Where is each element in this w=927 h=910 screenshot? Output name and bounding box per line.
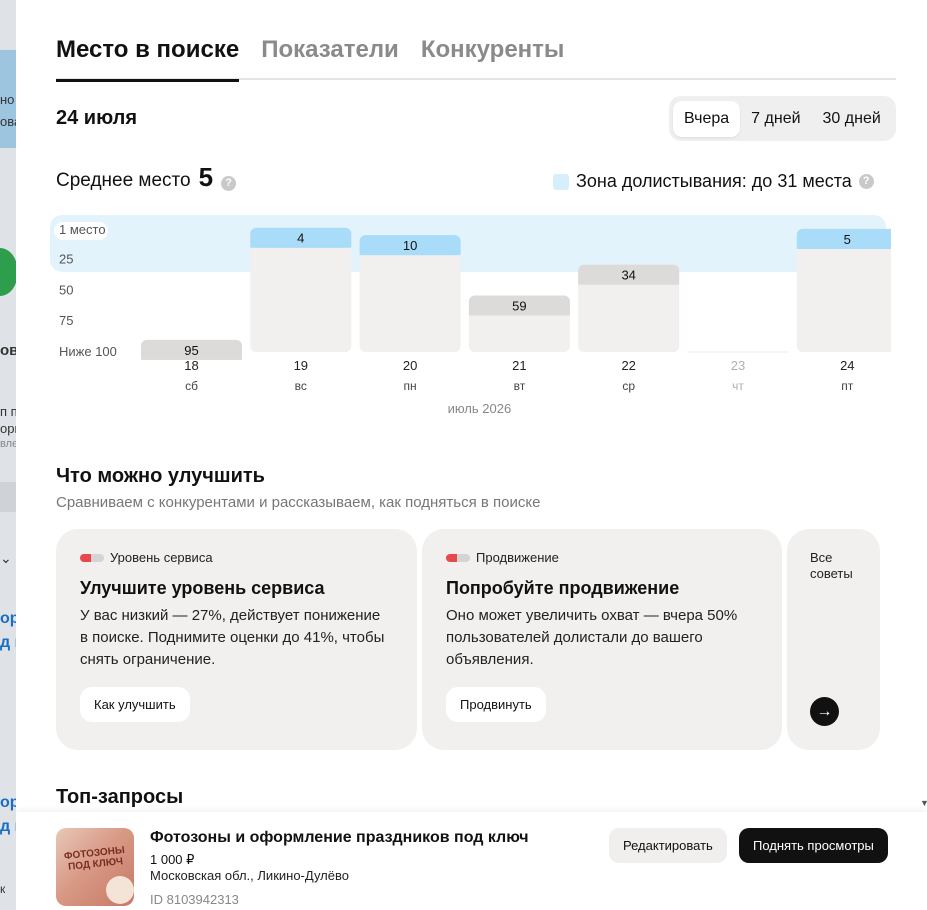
tabs: Место в поиске Показатели Конкуренты [56,36,896,82]
listing-thumbnail[interactable]: ФОТОЗОНЫ ПОД КЛЮЧ [56,828,134,906]
tab-competitors[interactable]: Конкуренты [421,36,565,80]
x-tick-weekday: пт [841,379,853,393]
statistics-modal: Место в поиске Показатели Конкуренты 24 … [16,0,927,910]
y-tick-label: 25 [59,252,73,267]
all-advice-label: Все советы [810,550,853,581]
modal-scroll-area[interactable]: Место в поиске Показатели Конкуренты 24 … [16,0,927,812]
x-tick-day: 20 [403,358,417,373]
y-tick-label: 75 [59,313,73,328]
period-selector: Вчера 7 дней 30 дней [669,96,896,141]
how-to-improve-button[interactable]: Как улучшить [80,687,190,722]
zone-label: Зона долистывания: до 31 места [576,171,852,191]
bar-value-label: 4 [297,231,304,246]
date-title: 24 июля [56,107,138,129]
tab-search-position[interactable]: Место в поиске [56,36,240,82]
arrow-right-icon[interactable]: → [810,697,839,726]
level-indicator [446,553,470,562]
x-tick-day: 22 [621,358,635,373]
advice-title: Попробуйте продвижение [446,578,680,598]
x-tick-weekday: пн [404,379,417,393]
listing-id: ID 8103942313 [150,892,239,907]
edit-button[interactable]: Редактировать [609,828,727,863]
x-axis-label: июль 2026 [448,401,512,416]
thumbnail-decoration [106,876,134,904]
advice-text: Оно может увеличить охват — вчера 50% по… [446,607,738,668]
x-tick-day: 21 [512,358,526,373]
advice-card-service: Уровень сервиса Улучшите уровень сервиса… [56,529,417,750]
average-position-label: Среднее место [56,170,191,191]
tab-metrics[interactable]: Показатели [261,36,399,80]
raise-views-button[interactable]: Поднять просмотры [739,828,888,863]
listing-footer: ФОТОЗОНЫ ПОД КЛЮЧ Фотозоны и оформление … [16,812,927,910]
x-tick-day: 18 [184,358,198,373]
background-text: но [0,92,15,107]
advice-tag-label: Уровень сервиса [110,550,213,565]
x-tick-day: 23 [731,358,745,373]
period-yesterday-button[interactable]: Вчера [673,100,741,137]
advice-tag: Уровень сервиса [80,550,213,565]
period-7-days-button[interactable]: 7 дней [740,101,811,137]
promote-button[interactable]: Продвинуть [446,687,546,722]
scroll-zone-legend: Зона долистывания: до 31 места ? [553,171,874,192]
advice-tag: Продвижение [446,550,559,565]
search-position-chart: 1 место 25 50 75 Ниже 100 9518 сб 4 19 вс 10 20 пн 59… [50,215,891,416]
listing-price: 1 000 ₽ [150,852,195,867]
question-icon[interactable]: ? [221,176,237,191]
scroll-down-arrow-icon[interactable]: ▼ [920,798,927,808]
improve-section-title: Что можно улучшить [56,465,265,487]
x-tick-weekday: чт [732,379,744,393]
question-icon[interactable]: ? [858,174,874,189]
advice-title: Улучшите уровень сервиса [80,578,325,598]
y-tick-label: Ниже 100 [59,344,117,359]
zone-swatch [553,173,569,190]
top-queries-title: Топ-запросы [56,786,184,808]
bar-value-label: 34 [621,268,635,283]
scroll-zone-band [50,215,886,272]
background-text: к [0,882,6,896]
bar-value-label: 59 [512,298,526,313]
chevron-down-icon: ⌄ [0,550,12,566]
average-position-value: 5 [198,162,214,192]
period-30-days-button[interactable]: 30 дней [812,101,892,137]
y-tick-label: 1 место [59,222,106,237]
x-tick-day: 19 [294,358,308,373]
thumbnail-text: ФОТОЗОНЫ ПОД КЛЮЧ [63,844,126,873]
x-tick-weekday: сб [185,379,198,393]
level-indicator [80,553,104,562]
listing-title[interactable]: Фотозоны и оформление праздников под клю… [150,829,529,847]
all-advice-card[interactable]: Все советы → [787,529,880,750]
advice-tag-label: Продвижение [476,550,559,565]
x-tick-weekday: ср [622,379,635,393]
x-tick-weekday: вс [295,379,307,393]
advice-card-promotion: Продвижение Попробуйте продвижение Оно м… [422,529,782,750]
x-tick-weekday: вт [514,379,526,393]
improve-section-subtitle: Сравниваем с конкурентами и рассказываем… [56,494,541,511]
bar-value-label: 10 [403,238,417,253]
bar-value-label: 95 [184,343,198,358]
advice-text: У вас низкий — 27%, действует понижение … [80,607,385,668]
x-tick-day: 24 [840,358,854,373]
average-position: Среднее место 5 ? [56,162,237,193]
y-tick-label: 50 [59,282,73,297]
listing-location: Московская обл., Ликино-Дулёво [150,868,349,883]
bar-value-label: 5 [844,232,851,247]
